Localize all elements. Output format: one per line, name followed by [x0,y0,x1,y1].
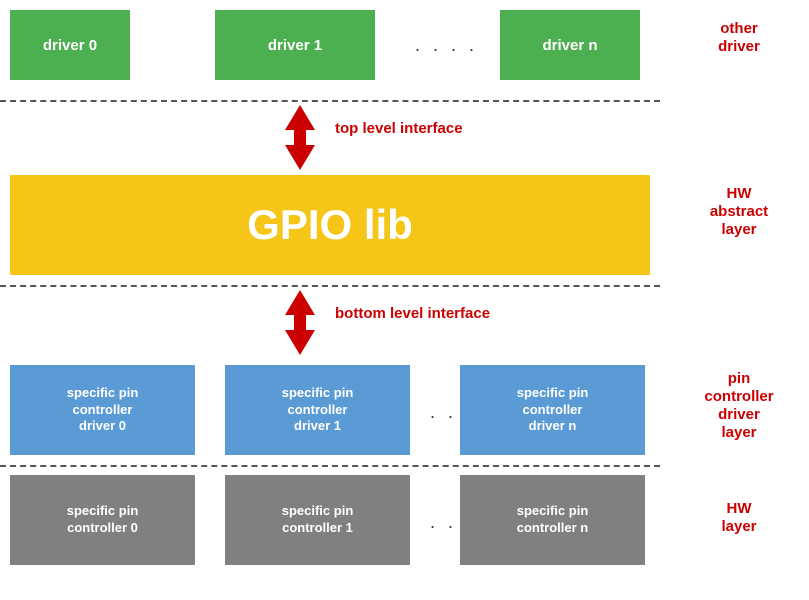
dashed-line-1 [0,100,660,102]
pin-ctrl-driverN-label: specific pin controller driver n [517,385,589,436]
dashed-line-3 [0,465,660,467]
dots1: . . . . [415,35,478,56]
driverN-label: driver n [542,37,597,54]
pin-ctrl-driverN-box: specific pin controller driver n [460,365,645,455]
top-interface-label: top level interface [335,120,463,137]
driver0-label: driver 0 [43,37,97,54]
bottom-interface-label: bottom level interface [335,305,490,322]
hw-ctrl0-box: specific pin controller 0 [10,475,195,565]
gpio-label: GPIO lib [247,201,413,249]
hw-ctrlN-label: specific pin controller n [517,503,589,537]
pin-ctrl-driver1-label: specific pin controller driver 1 [282,385,354,436]
hw-ctrl1-box: specific pin controller 1 [225,475,410,565]
hw-ctrl0-label: specific pin controller 0 [67,503,139,537]
pin-ctrl-driver0-label: specific pin controller driver 0 [67,385,139,436]
other-driver-label: otherdriver [674,20,804,56]
driver1-box: driver 1 [215,10,375,80]
gpio-box: GPIO lib [10,175,650,275]
bottom-interface-arrow [270,285,330,360]
driver0-box: driver 0 [10,10,130,80]
hw-layer-label: HWlayer [674,500,804,536]
dashed-line-2 [0,285,660,287]
driverN-box: driver n [500,10,640,80]
pin-controller-driver-label: pincontrollerdriverlayer [674,370,804,442]
hw-abstract-label: HWabstractlayer [674,185,804,239]
pin-ctrl-driver1-box: specific pin controller driver 1 [225,365,410,455]
hw-ctrlN-box: specific pin controller n [460,475,645,565]
top-interface-arrow [270,100,330,175]
diagram: driver 0 driver 1 . . . . driver n other… [0,0,809,600]
driver1-label: driver 1 [268,37,322,54]
pin-ctrl-driver0-box: specific pin controller driver 0 [10,365,195,455]
hw-ctrl1-label: specific pin controller 1 [282,503,354,537]
